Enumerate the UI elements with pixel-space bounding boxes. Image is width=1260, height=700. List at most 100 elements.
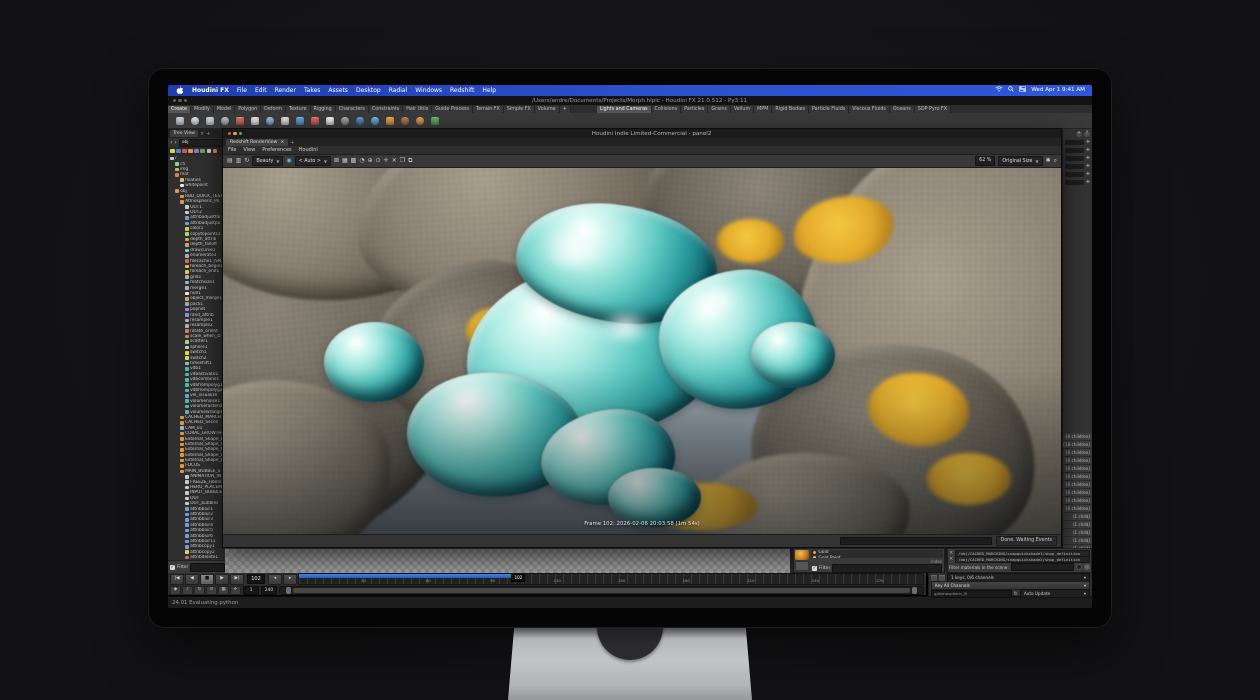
shelf-tab-particle-fluids[interactable]: Particle Fluids (809, 106, 849, 113)
target-icon[interactable]: ⊕ (368, 157, 373, 165)
material-list[interactable]: GoldGold PaintIron (811, 550, 943, 558)
material-filter-input[interactable] (832, 564, 942, 573)
tree-filter-icon-2[interactable] (182, 149, 187, 154)
slider-handle-icon[interactable]: ✛ (1086, 180, 1090, 185)
toggle-icon[interactable] (1076, 564, 1082, 570)
children-count-row[interactable]: (0 children) (1063, 497, 1092, 505)
camera-auto-dropdown[interactable]: < Auto >▼ (295, 156, 331, 166)
menubar-item-assets[interactable]: Assets (328, 87, 348, 94)
range-handle-start[interactable] (286, 587, 291, 594)
children-count-row[interactable]: (1 child) (1063, 521, 1092, 529)
shelf-tool-line-icon[interactable] (236, 117, 244, 125)
slider-handle-icon[interactable]: ✛ (1086, 172, 1090, 177)
close-icon[interactable]: × (280, 140, 284, 145)
tree-filter-icon-5[interactable] (200, 149, 205, 154)
aov-dropdown[interactable]: Beauty▼ (252, 156, 283, 166)
remove-icon[interactable]: × (949, 556, 953, 562)
tree-filter-icon-7[interactable] (213, 149, 218, 154)
prev-frame-button[interactable]: ◂ (268, 574, 282, 585)
children-count-row[interactable]: (1 child) (1063, 537, 1092, 545)
settings-icon[interactable]: ✛ (230, 586, 241, 595)
shader-path-field[interactable]: /obj/CACHED_MARCHING/snapquickshade2/sho… (955, 556, 1090, 563)
tree-filter-input[interactable] (190, 563, 225, 572)
shelf-tab-rigid-bodies[interactable]: Rigid Bodies (772, 106, 809, 113)
shelf-tab-volume[interactable]: Volume (535, 106, 560, 113)
clear-icon[interactable]: ✕ (392, 157, 397, 165)
tree-filter-icon-1[interactable] (176, 149, 181, 154)
grid-view-icon[interactable] (795, 561, 809, 571)
control-center-icon[interactable] (1019, 85, 1026, 96)
shelf-tab-sop-pyro-fx[interactable]: SOP Pyro FX (915, 106, 951, 113)
magnifier-icon[interactable]: ⌕ (1054, 157, 1057, 165)
grid-icon[interactable]: ▦ (342, 157, 348, 165)
shelf-tool-mound-icon[interactable] (416, 117, 424, 125)
shelf-tab-guide-process[interactable]: Guide Process (432, 106, 473, 113)
material-row[interactable]: Gold Paint (811, 555, 943, 558)
shelf-tool-bezier-icon[interactable] (281, 117, 289, 125)
tree-filter-icon-6[interactable] (207, 149, 212, 154)
children-count-row[interactable]: (1 child) (1063, 529, 1092, 537)
shelf-tab-deform[interactable]: Deform (261, 106, 286, 113)
tab-tree-view[interactable]: Tree View (170, 130, 198, 137)
shelf-tool-shell-icon[interactable] (401, 117, 409, 125)
copy-icon[interactable]: ⧉ (408, 157, 412, 165)
shelf-tool-box-icon[interactable] (176, 117, 184, 125)
pin-icon[interactable]: + (1076, 131, 1082, 137)
shelf-tab-polygon[interactable]: Polygon (235, 106, 261, 113)
clock-icon[interactable]: ◔ (359, 157, 364, 165)
back-arrow-icon[interactable]: ‹ (170, 140, 172, 146)
shelf-tab-particles[interactable]: Particles (681, 106, 708, 113)
shelf-tab-terrain-fx[interactable]: Terrain FX (473, 106, 504, 113)
shelf-tool-platonic-icon[interactable] (341, 117, 349, 125)
range-end-field[interactable]: 240 (261, 586, 277, 595)
shelf-tab-hair-utils[interactable]: Hair Utils (403, 106, 432, 113)
shelf-tab-viscous-fluids[interactable]: Viscous Fluids (849, 106, 890, 113)
material-thumbnail[interactable] (795, 550, 809, 560)
help-icon[interactable]: ? (1084, 131, 1090, 137)
children-count-row[interactable]: (0 children) (1063, 449, 1092, 457)
shelf-tab-create[interactable]: Create (168, 106, 191, 113)
menubar-item-desktop[interactable]: Desktop (356, 87, 381, 94)
children-count-row[interactable]: (18 children) (1063, 441, 1092, 449)
shelf-tool-sphere-icon[interactable] (191, 117, 199, 125)
range-bar[interactable] (293, 588, 910, 593)
dopesheet-icon[interactable]: ▦ (218, 586, 229, 595)
scene-materials-filter-input[interactable] (1011, 563, 1074, 571)
slider-handle-icon[interactable]: ✛ (1086, 148, 1090, 153)
menubar-item-render[interactable]: Render (275, 87, 296, 94)
menubar-item-takes[interactable]: Takes (304, 87, 320, 94)
range-handle-end[interactable] (912, 587, 917, 594)
tree-filter-icon-3[interactable] (188, 149, 193, 154)
current-frame-field[interactable]: 102 (247, 574, 265, 584)
audio-icon[interactable]: ♪ (182, 586, 193, 595)
renderview-menu-houdini[interactable]: Houdini (299, 147, 318, 153)
menubar-item-help[interactable]: Help (482, 87, 496, 94)
shelf-tab-mpm[interactable]: MPM (754, 106, 772, 113)
children-count-row[interactable]: (1 child) (1063, 513, 1092, 521)
frame-range-slider[interactable] (279, 586, 924, 595)
forward-arrow-icon[interactable]: › (174, 140, 176, 146)
filter-checkbox[interactable]: ✓ (812, 566, 817, 571)
image-size-dropdown[interactable]: Original Size▼ (998, 156, 1042, 166)
region-render-icon[interactable]: ⊙ (376, 157, 381, 165)
tree-path-field[interactable]: obj (179, 139, 225, 147)
shelf-tab-grains[interactable]: Grains (708, 106, 731, 113)
timeline-ruler[interactable]: 102 306090120150180210240270 (298, 573, 924, 585)
children-count-row[interactable]: (0 children) (1063, 473, 1092, 481)
children-count-row[interactable]: (0 children) (1063, 465, 1092, 473)
slider-handle-icon[interactable]: ✛ (1086, 140, 1090, 145)
stop-button[interactable]: ■ (200, 574, 214, 585)
shelf-tool-particles-icon[interactable] (371, 117, 379, 125)
param-field[interactable] (1065, 140, 1084, 145)
renderview-menu-preferences[interactable]: Preferences (262, 147, 291, 153)
param-field[interactable] (1065, 180, 1084, 185)
pane-split-icon[interactable]: ▤ (227, 157, 233, 165)
window-traffic-lights[interactable] (228, 132, 242, 135)
shelf-tab-characters[interactable]: Characters (336, 106, 369, 113)
shelf-tool-circle-icon[interactable] (266, 117, 274, 125)
shelf-tab-collisions[interactable]: Collisions (652, 106, 682, 113)
shelf-tab-simple-fx[interactable]: Simple FX (504, 106, 535, 113)
pane-icon[interactable]: ▥ (236, 157, 242, 165)
filter-checkbox[interactable]: ✓ (170, 565, 175, 570)
param-field[interactable] (1065, 156, 1084, 161)
